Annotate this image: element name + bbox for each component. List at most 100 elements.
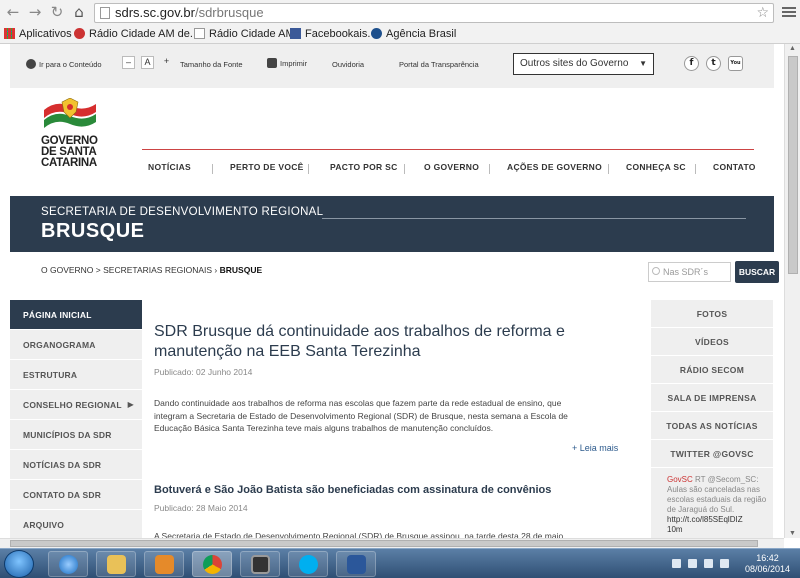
facebook-icon[interactable]: f (684, 56, 699, 71)
browser-menu-icon[interactable] (782, 5, 796, 19)
window-icon (251, 555, 270, 574)
other-sites-select[interactable]: Outros sites do Governo ▼ (513, 53, 654, 75)
tweet-user[interactable]: GovSC (667, 475, 693, 484)
nav-separator (489, 164, 490, 174)
bookmark-facebook[interactable]: Facebookais. (290, 25, 370, 43)
twitter-icon[interactable]: t (706, 56, 721, 71)
sidebar-item-sala-de-imprensa[interactable]: SALA DE IMPRENSA (651, 384, 773, 412)
print-link[interactable]: Imprimir (267, 58, 307, 68)
header-divider (142, 149, 754, 150)
home-icon[interactable]: ⌂ (70, 3, 88, 21)
transparency-portal-link[interactable]: Portal da Transparência (399, 60, 479, 69)
nav-pacto-por-sc[interactable]: PACTO POR SC (330, 162, 398, 172)
facebook-icon (290, 28, 301, 39)
taskbar-skype[interactable] (288, 551, 328, 577)
taskbar-media-player[interactable] (144, 551, 184, 577)
scroll-up-icon[interactable]: ▲ (789, 45, 796, 52)
font-size-label: Tamanho da Fonte (180, 60, 243, 69)
taskbar-chrome[interactable] (192, 551, 232, 577)
bookmark-radio-cidade-1[interactable]: Rádio Cidade AM de... (74, 25, 199, 43)
page-icon (100, 7, 110, 19)
logo-wordmark[interactable]: GOVERNO DE SANTA CATARINA (41, 135, 98, 169)
tray-battery-icon[interactable] (704, 559, 713, 568)
taskbar-explorer[interactable] (96, 551, 136, 577)
nav-separator (404, 164, 405, 174)
search-button[interactable]: BUSCAR (735, 261, 779, 283)
sidebar-item-arquivo[interactable]: ARQUIVO (10, 510, 142, 540)
tray-volume-icon[interactable] (720, 559, 729, 568)
article-title[interactable]: SDR Brusque dá continuidade aos trabalho… (154, 322, 634, 362)
bookmark-apps[interactable]: Aplicativos (4, 25, 72, 43)
tray-network-icon[interactable] (688, 559, 697, 568)
font-increase-button[interactable]: + (160, 56, 173, 69)
main-content: SDR Brusque dá continuidade aos trabalho… (142, 300, 651, 540)
start-button[interactable] (4, 550, 34, 578)
tweet-link[interactable]: http://t.co/l85SEqlDIZ (667, 515, 771, 525)
article-date: Publicado: 02 Junho 2014 (154, 367, 253, 377)
ombudsman-link[interactable]: Ouvidoria (332, 60, 364, 69)
bookmark-agencia-brasil[interactable]: Agência Brasil (371, 25, 456, 43)
font-normal-button[interactable]: A (141, 56, 154, 69)
radio-favicon-icon (74, 28, 85, 39)
horizontal-scrollbar[interactable] (0, 538, 784, 548)
media-player-icon (155, 555, 174, 574)
agencia-brasil-icon (371, 28, 382, 39)
taskbar-app[interactable] (240, 551, 280, 577)
nav-conheca-sc[interactable]: CONHEÇA SC (626, 162, 686, 172)
breadcrumb-current: BRUSQUE (219, 265, 263, 275)
tray-flag-icon[interactable] (672, 559, 681, 568)
sidebar-item-organograma[interactable]: ORGANOGRAMA (10, 330, 142, 360)
twitter-section-title[interactable]: TWITTER @GOVSC (651, 440, 773, 468)
sidebar-item-radio-secom[interactable]: RÁDIO SECOM (651, 356, 773, 384)
reload-icon[interactable]: ↻ (48, 3, 66, 21)
nav-contato[interactable]: CONTATO (713, 162, 756, 172)
scroll-thumb[interactable] (788, 56, 798, 274)
sidebar-item-estrutura[interactable]: ESTRUTURA (10, 360, 142, 390)
santa-catarina-flag-logo[interactable] (42, 98, 98, 136)
nav-noticias[interactable]: NOTÍCIAS (148, 162, 191, 172)
youtube-icon[interactable]: You (728, 56, 743, 71)
back-arrow-icon[interactable]: ← (4, 3, 22, 21)
nav-o-governo[interactable]: O GOVERNO (424, 162, 479, 172)
secretariat-banner: SECRETARIA DE DESENVOLVIMENTO REGIONAL B… (10, 196, 774, 252)
banner-subtitle: SECRETARIA DE DESENVOLVIMENTO REGIONAL (41, 206, 324, 218)
sidebar-item-videos[interactable]: VÍDEOS (651, 328, 773, 356)
dropdown-arrow-icon: ▼ (639, 59, 647, 68)
vertical-scrollbar[interactable]: ▲ ▼ (784, 44, 800, 538)
read-more-link[interactable]: + Leia mais (572, 443, 618, 453)
sidebar-item-pagina-inicial[interactable]: PÁGINA INICIAL (10, 300, 142, 330)
sidebar-item-conselho-regional[interactable]: CONSELHO REGIONAL ▶ (10, 390, 142, 420)
scroll-thumb[interactable] (10, 540, 758, 547)
tweet-age: 10m (667, 525, 683, 534)
nav-acoes-de-governo[interactable]: AÇÕES DE GOVERNO (507, 162, 602, 172)
clock[interactable]: 16:42 08/06/2014 (745, 553, 790, 575)
plus-circle-icon (26, 59, 36, 69)
bookmark-radio-cidade-2[interactable]: Rádio Cidade AM (194, 25, 295, 43)
search-input[interactable]: Nas SDR´s (648, 262, 731, 282)
sidebar-item-municipios[interactable]: MUNICÍPIOS DA SDR (10, 420, 142, 450)
taskbar-word[interactable] (336, 551, 376, 577)
right-sidebar: FOTOS VÍDEOS RÁDIO SECOM SALA DE IMPRENS… (651, 300, 773, 540)
scroll-down-icon[interactable]: ▼ (789, 530, 796, 537)
main-navigation: NOTÍCIAS PERTO DE VOCÊ PACTO POR SC O GO… (142, 162, 756, 176)
breadcrumb-path[interactable]: O GOVERNO > SECRETARIAS REGIONAIS › (41, 265, 217, 275)
site-header: GOVERNO DE SANTA CATARINA NOTÍCIAS PERTO… (10, 88, 774, 196)
font-decrease-button[interactable]: – (122, 56, 135, 69)
url-host: sdrs.sc.gov.br (115, 5, 195, 20)
sidebar-item-fotos[interactable]: FOTOS (651, 300, 773, 328)
sidebar-item-noticias[interactable]: NOTÍCIAS DA SDR (10, 450, 142, 480)
url-path: /sdrbrusque (194, 5, 264, 20)
tweet: GovSC RT @Secom_SC: Aulas são canceladas… (667, 475, 771, 535)
breadcrumb: O GOVERNO > SECRETARIAS REGIONAIS › BRUS… (41, 265, 262, 275)
tweet-mention[interactable]: @Secom_SC (708, 475, 757, 484)
bookmark-star-icon[interactable]: ☆ (756, 4, 769, 22)
nav-perto-de-voce[interactable]: PERTO DE VOCÊ (230, 162, 304, 172)
address-bar[interactable]: sdrs.sc.gov.br/sdrbrusque ☆ (94, 3, 774, 23)
skip-to-content-link[interactable]: Ir para o Conteúdo (26, 59, 102, 69)
forward-arrow-icon[interactable]: → (26, 3, 44, 21)
article-title[interactable]: Botuverá e São João Batista são benefici… (154, 484, 551, 496)
taskbar-internet-explorer[interactable] (48, 551, 88, 577)
sidebar-item-contato[interactable]: CONTATO DA SDR (10, 480, 142, 510)
chevron-right-icon: ▶ (127, 400, 134, 409)
sidebar-item-todas-as-noticias[interactable]: TODAS AS NOTÍCIAS (651, 412, 773, 440)
